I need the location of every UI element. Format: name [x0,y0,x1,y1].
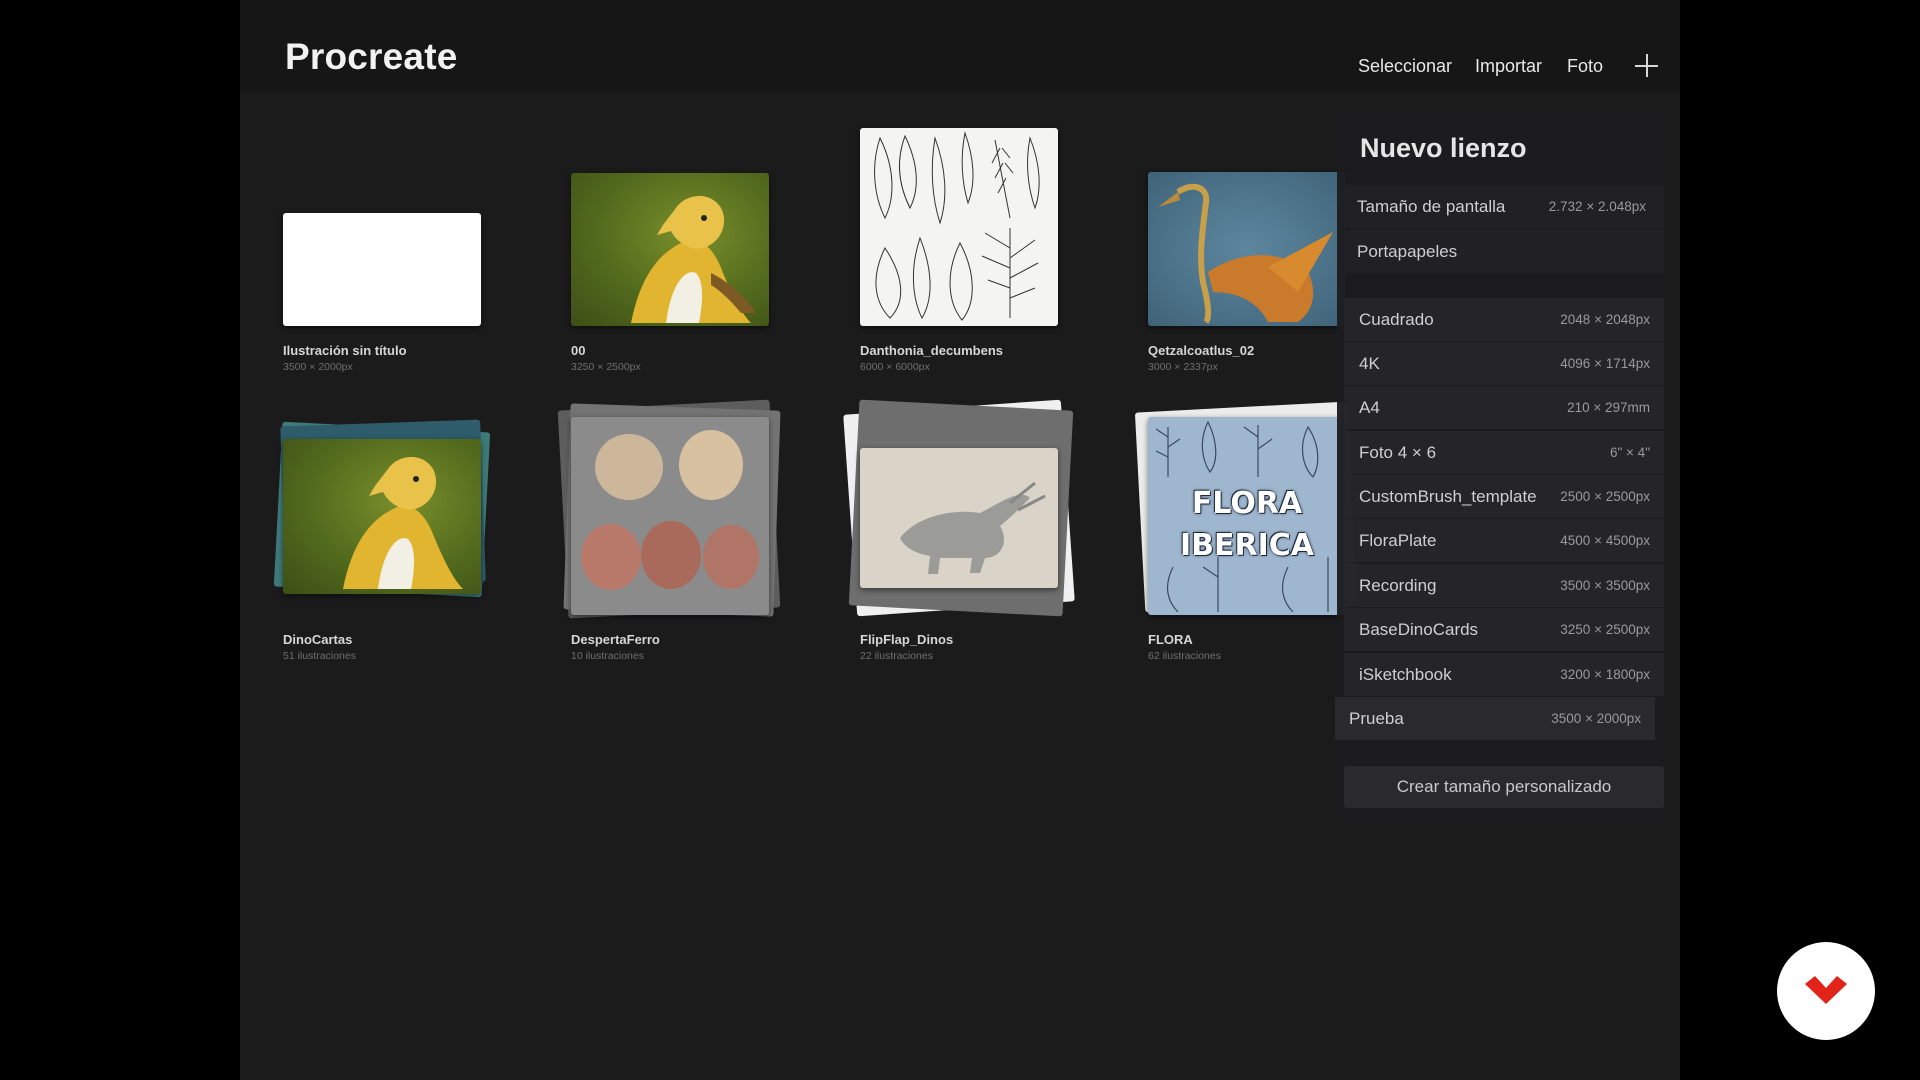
canvas-preset-row[interactable]: FloraPlate 4500 × 4500px [1344,519,1664,562]
preset-name: 4K [1359,354,1380,373]
preset-name: Foto 4 × 6 [1359,443,1437,462]
preset-name: Recording [1359,576,1437,595]
artwork-thumbnail [860,128,1058,326]
canvas-preset-row[interactable]: CustomBrush_template 2500 × 2500px [1344,475,1664,518]
preset-dims: 2500 × 2500px [1560,489,1650,504]
item-title: Qetzalcoatlus_02 [1148,343,1255,358]
custom-size-label: Crear tamaño personalizado [1396,777,1612,796]
option-name: Portapapeles [1357,242,1458,261]
canvas-preset-row[interactable]: Foto 4 × 6 6" × 4" [1344,431,1664,474]
item-subtitle: 62 ilustraciones [1148,650,1221,662]
item-title: DespertaFerro [571,632,660,647]
item-title: Ilustración sin título [283,343,407,358]
canvas-preset-row[interactable]: BaseDinoCards 3250 × 2500px [1344,608,1664,651]
item-subtitle: 22 ilustraciones [860,650,933,662]
gallery-item-00[interactable]: 00 3250 × 2500px [571,120,771,440]
item-title: Danthonia_decumbens [860,343,1004,358]
artwork-thumbnail [571,417,769,615]
canvas-preset-row[interactable]: Prueba 3500 × 2000px [1335,697,1655,740]
preset-dims: 6" × 4" [1610,445,1650,460]
preset-name: FloraPlate [1359,531,1437,550]
top-bar: Procreate Seleccionar Importar Foto [240,0,1680,92]
logo-icon [1805,976,1847,1004]
canvas-preset-row[interactable]: Cuadrado 2048 × 2048px [1344,298,1664,341]
artwork-thumbnail [283,213,481,326]
preset-name: BaseDinoCards [1359,620,1479,639]
item-title: DinoCartas [283,632,353,647]
create-custom-size-button[interactable]: Crear tamaño personalizado [1344,766,1664,808]
gallery-item-qetzalcoatlus[interactable]: Qetzalcoatlus_02 3000 × 2337px [1148,120,1348,440]
artwork-thumbnail [860,448,1058,588]
domestika-logo [1777,942,1875,1040]
preset-dims: 3250 × 2500px [1560,622,1650,637]
gallery-stack-flora[interactable]: FLORA IBERICA FLORA 62 ilustraciones [1134,401,1358,725]
item-subtitle: 3500 × 2000px [283,361,353,373]
artwork-thumbnail [283,439,481,594]
plus-icon[interactable] [1633,52,1661,80]
item-subtitle: 10 ilustraciones [571,650,644,662]
canvas-preset-row[interactable]: 4K 4096 × 1714px [1344,342,1664,385]
option-name: Tamaño de pantalla [1357,197,1506,216]
artwork-thumbnail [571,173,769,326]
gallery-stack-despertaferro[interactable]: DespertaFerro 10 ilustraciones [557,399,781,725]
item-subtitle: 3250 × 2500px [571,361,641,373]
preset-dims: 2048 × 2048px [1560,312,1650,327]
artwork-thumbnail: FLORA IBERICA [1148,417,1346,615]
item-subtitle: 51 ilustraciones [283,650,356,662]
flora-cover-text: FLORA IBERICA [1179,486,1315,563]
gallery-stack-flipflap[interactable]: FlipFlap_Dinos 22 ilustraciones [843,399,1075,725]
artwork-thumbnail [1148,172,1346,326]
canvas-preset-row[interactable]: A4 210 × 297mm [1344,386,1664,429]
item-subtitle: 3000 × 2337px [1148,361,1218,373]
preset-dims: 4500 × 4500px [1560,533,1650,548]
item-title: 00 [571,343,586,358]
panel-title: Nuevo lienzo [1360,133,1527,163]
item-title: FLORA [1148,632,1193,647]
screen-size-option[interactable]: Tamaño de pantalla 2.732 × 2.048px [1344,185,1664,228]
canvas-preset-row[interactable]: Recording 3500 × 3500px [1344,564,1664,607]
preset-name: A4 [1359,398,1380,417]
canvas-preset-row[interactable]: iSketchbook 3200 × 1800px [1344,653,1664,696]
preset-name: Prueba [1349,709,1404,728]
app-title: Procreate [285,36,458,77]
import-button[interactable]: Importar [1475,56,1542,77]
preset-dims: 3500 × 2000px [1551,711,1641,726]
gallery-item-danthonia[interactable]: Danthonia_decumbens 6000 × 6000px [860,120,1060,440]
select-button[interactable]: Seleccionar [1358,56,1452,77]
preset-dims: 210 × 297mm [1567,400,1650,415]
preset-name: iSketchbook [1359,665,1452,684]
gallery-item-untitled[interactable]: Ilustración sin título 3500 × 2000px [283,120,483,440]
preset-dims: 4096 × 1714px [1560,356,1650,371]
clipboard-option[interactable]: Portapapeles [1344,230,1664,273]
item-title: FlipFlap_Dinos [860,632,954,647]
option-dims: 2.732 × 2.048px [1548,199,1646,214]
photo-button[interactable]: Foto [1567,56,1603,77]
item-subtitle: 6000 × 6000px [860,361,930,373]
preset-dims: 3500 × 3500px [1560,578,1650,593]
preset-dims: 3200 × 1800px [1560,667,1650,682]
gallery-stack-dinocartas[interactable]: DinoCartas 51 ilustraciones [273,405,491,725]
preset-name: Cuadrado [1359,310,1434,329]
preset-name: CustomBrush_template [1359,487,1537,506]
